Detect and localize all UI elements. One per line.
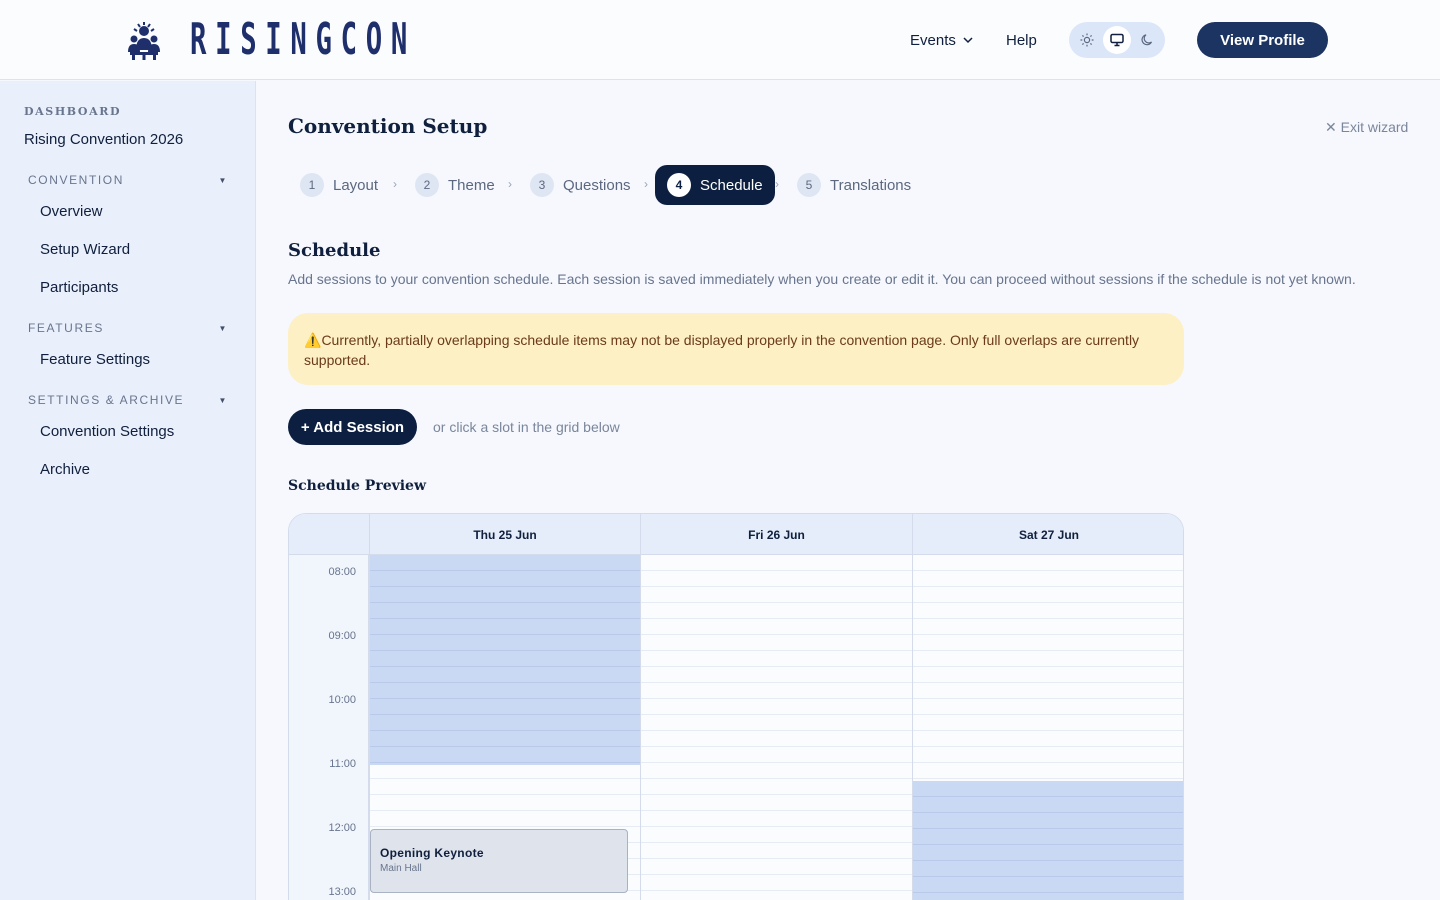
top-header: RISINGCON Events Help View Profile — [0, 0, 1440, 80]
step-translations[interactable]: 5 Translations — [797, 165, 911, 205]
day-header: Sat 27 Jun — [912, 514, 1183, 555]
step-number: 3 — [530, 173, 554, 197]
schedule-preview-title: Schedule Preview — [288, 478, 427, 494]
step-number: 4 — [667, 173, 691, 197]
nav-events[interactable]: Events — [910, 0, 974, 80]
step-number: 2 — [415, 173, 439, 197]
sidebar-item-overview[interactable]: Overview — [40, 203, 103, 220]
monitor-icon — [1110, 33, 1124, 47]
highlighted-slot-range[interactable] — [913, 781, 1183, 900]
sidebar-item-convention-settings[interactable]: Convention Settings — [40, 423, 174, 440]
session-room: Main Hall — [380, 863, 422, 874]
time-label: 12:00 — [328, 822, 356, 834]
view-profile-button[interactable]: View Profile — [1197, 22, 1328, 58]
step-questions[interactable]: 3 Questions — [530, 165, 631, 205]
sidebar-section-features[interactable]: FEATURES ▼ — [28, 321, 228, 335]
chevron-right-icon: › — [775, 177, 779, 191]
sun-icon — [1080, 33, 1094, 47]
chevron-right-icon: › — [508, 177, 512, 191]
time-label: 09:00 — [328, 630, 356, 642]
sidebar-section-label: FEATURES — [28, 321, 104, 335]
warning-icon: ⚠️ — [304, 332, 322, 348]
sidebar-section-label: SETTINGS & ARCHIVE — [28, 393, 185, 407]
step-layout[interactable]: 1 Layout — [300, 165, 378, 205]
highlighted-slot-range[interactable] — [370, 555, 641, 765]
theme-system-button[interactable] — [1103, 26, 1131, 54]
brand-wordmark[interactable]: RISINGCON — [190, 18, 416, 62]
day-header: Thu 25 Jun — [369, 514, 640, 555]
theme-light-button[interactable] — [1073, 26, 1101, 54]
caret-down-icon: ▼ — [218, 175, 228, 185]
day-column-fri[interactable] — [640, 555, 912, 900]
step-label: Schedule — [700, 176, 763, 194]
time-column: 08:00 09:00 10:00 11:00 12:00 13:00 — [289, 555, 369, 900]
step-number: 5 — [797, 173, 821, 197]
step-label: Layout — [333, 176, 379, 194]
nav-help[interactable]: Help — [1006, 0, 1037, 80]
session-name: Opening Keynote — [380, 846, 484, 860]
sidebar-convention-name[interactable]: Rising Convention 2026 — [24, 131, 183, 148]
sidebar-dashboard-link[interactable]: DASHBOARD — [24, 105, 121, 118]
step-label: Translations — [830, 176, 912, 194]
sidebar-item-participants[interactable]: Participants — [40, 279, 118, 296]
time-label: 13:00 — [328, 886, 356, 898]
step-theme[interactable]: 2 Theme — [415, 165, 495, 205]
schedule-grid: Thu 25 Jun Fri 26 Jun Sat 27 Jun 08:00 0… — [288, 513, 1184, 900]
time-label: 08:00 — [328, 566, 356, 578]
step-label: Theme — [448, 176, 495, 194]
time-label: 11:00 — [329, 758, 356, 770]
sidebar-item-archive[interactable]: Archive — [40, 461, 90, 478]
step-label: Questions — [563, 176, 631, 194]
chevron-right-icon: › — [393, 177, 397, 191]
chevron-right-icon: › — [644, 177, 648, 191]
warning-alert: ⚠️Currently, partially overlapping sched… — [288, 313, 1184, 385]
caret-down-icon: ▼ — [218, 395, 228, 405]
exit-wizard-link[interactable]: ✕ Exit wizard — [1325, 119, 1408, 136]
time-label: 10:00 — [328, 694, 356, 706]
add-session-button[interactable]: + Add Session — [288, 409, 417, 445]
page-title: Convention Setup — [288, 114, 488, 138]
sidebar-item-feature-settings[interactable]: Feature Settings — [40, 351, 150, 368]
sidebar-section-label: CONVENTION — [28, 173, 125, 187]
section-description: Add sessions to your convention schedule… — [288, 271, 1356, 287]
day-column-thu[interactable]: Opening Keynote Main Hall — [369, 555, 641, 900]
day-column-sat[interactable] — [912, 555, 1183, 900]
theme-toggle — [1069, 22, 1165, 58]
caret-down-icon: ▼ — [218, 323, 228, 333]
nav-events-label: Events — [910, 31, 956, 49]
moon-icon — [1141, 34, 1153, 46]
schedule-grid-header: Thu 25 Jun Fri 26 Jun Sat 27 Jun — [289, 514, 1183, 555]
session-card[interactable]: Opening Keynote Main Hall — [370, 829, 628, 893]
sidebar-section-settings-archive[interactable]: SETTINGS & ARCHIVE ▼ — [28, 393, 228, 407]
step-schedule[interactable]: 4 Schedule — [655, 165, 775, 205]
day-header: Fri 26 Jun — [640, 514, 912, 555]
theme-dark-button[interactable] — [1133, 26, 1161, 54]
sidebar-section-convention[interactable]: CONVENTION ▼ — [28, 173, 228, 187]
alert-text: Currently, partially overlapping schedul… — [304, 332, 1140, 368]
add-session-hint: or click a slot in the grid below — [433, 419, 620, 435]
sidebar: DASHBOARD Rising Convention 2026 CONVENT… — [0, 81, 256, 900]
chevron-down-icon — [963, 37, 973, 44]
section-title: Schedule — [288, 240, 381, 261]
sidebar-item-setup-wizard[interactable]: Setup Wizard — [40, 241, 130, 258]
logo-mark-icon — [128, 22, 160, 60]
step-number: 1 — [300, 173, 324, 197]
